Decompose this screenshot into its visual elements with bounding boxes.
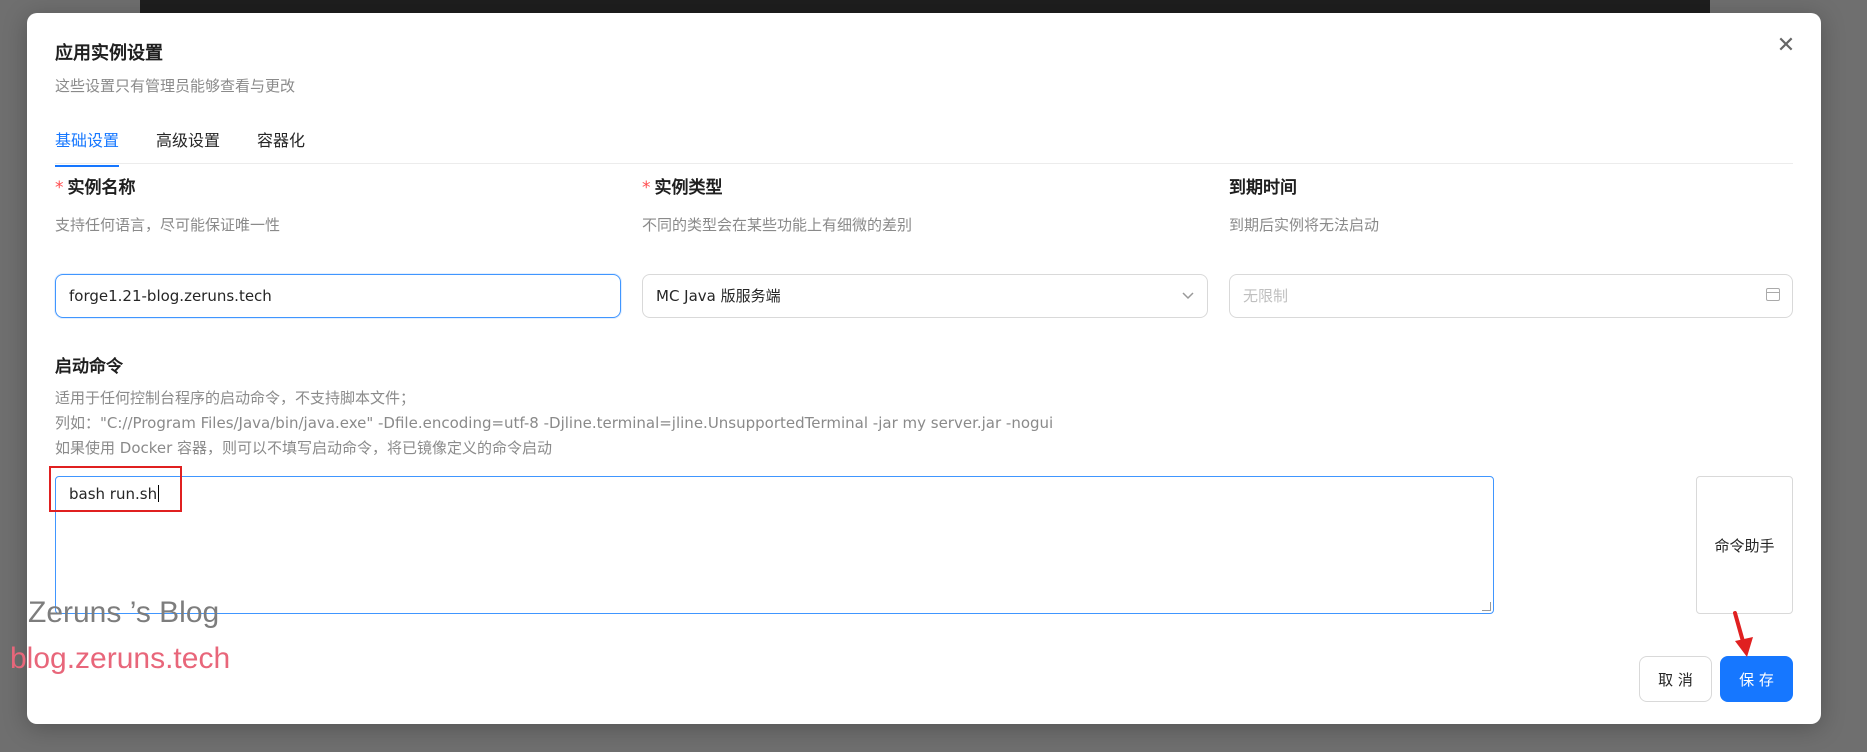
tab-basic-settings[interactable]: 基础设置 — [55, 127, 120, 167]
instance-name-label: * 实例名称 — [55, 178, 136, 198]
required-mark: * — [55, 178, 64, 198]
expire-time-help: 到期后实例将无法启动 — [1229, 216, 1380, 234]
instance-settings-dialog: ✕ 应用实例设置 这些设置只有管理员能够查看与更改 基础设置 高级设置 容器化 … — [27, 13, 1821, 724]
help-line: 列如："C://Program Files/Java/bin/java.exe"… — [55, 414, 1054, 432]
required-mark: * — [642, 178, 651, 198]
field-expire-time: 到期时间 到期后实例将无法启动 — [1229, 173, 1379, 235]
command-assistant-button[interactable]: 命令助手 — [1696, 476, 1793, 614]
tab-containerization[interactable]: 容器化 — [257, 127, 305, 165]
calendar-icon — [1766, 288, 1780, 301]
instance-type-label: * 实例类型 — [642, 178, 723, 198]
instance-name-help: 支持任何语言，尽可能保证唯一性 — [55, 216, 281, 234]
backdrop — [140, 0, 1710, 14]
field-start-command: 启动命令 — [55, 352, 123, 377]
field-instance-name: * 实例名称 支持任何语言，尽可能保证唯一性 — [55, 173, 280, 235]
help-line: 适用于任何控制台程序的启动命令，不支持脚本文件； — [55, 389, 416, 407]
watermark-url: blog.zeruns.tech — [10, 642, 231, 675]
expire-time-label: 到期时间 — [1229, 178, 1297, 198]
watermark-title: Zeruns ’s Blog — [28, 596, 220, 629]
start-command-help: 适用于任何控制台程序的启动命令，不支持脚本文件； 列如："C://Program… — [55, 386, 1053, 461]
instance-type-help: 不同的类型会在某些功能上有细微的差别 — [642, 216, 913, 234]
tab-advanced-settings[interactable]: 高级设置 — [156, 127, 220, 165]
instance-type-select[interactable]: MC Java 版服务端 — [642, 274, 1208, 318]
dialog-title: 应用实例设置 — [55, 43, 163, 64]
close-icon[interactable]: ✕ — [1773, 33, 1799, 59]
highlight-annotation-box — [49, 466, 182, 512]
help-line: 如果使用 Docker 容器，则可以不填写启动命令，将已镜像定义的命令启动 — [55, 439, 553, 457]
resize-handle[interactable] — [1482, 602, 1491, 611]
field-instance-type: * 实例类型 不同的类型会在某些功能上有细微的差别 — [642, 173, 912, 235]
expire-time-picker[interactable]: 无限制 — [1229, 274, 1793, 318]
chevron-down-icon — [1181, 275, 1195, 334]
start-command-textarea[interactable]: bash run.sh — [55, 476, 1494, 614]
expire-time-placeholder: 无限制 — [1243, 287, 1289, 305]
tab-bar: 基础设置 高级设置 容器化 — [55, 113, 1793, 167]
save-button[interactable]: 保 存 — [1720, 656, 1793, 702]
annotation-arrow-icon — [1733, 611, 1753, 657]
start-command-label: 启动命令 — [55, 357, 123, 377]
instance-name-input[interactable]: forge1.21-blog.zeruns.tech — [55, 274, 621, 318]
cancel-button[interactable]: 取 消 — [1639, 656, 1712, 702]
dialog-subtitle: 这些设置只有管理员能够查看与更改 — [55, 77, 296, 95]
